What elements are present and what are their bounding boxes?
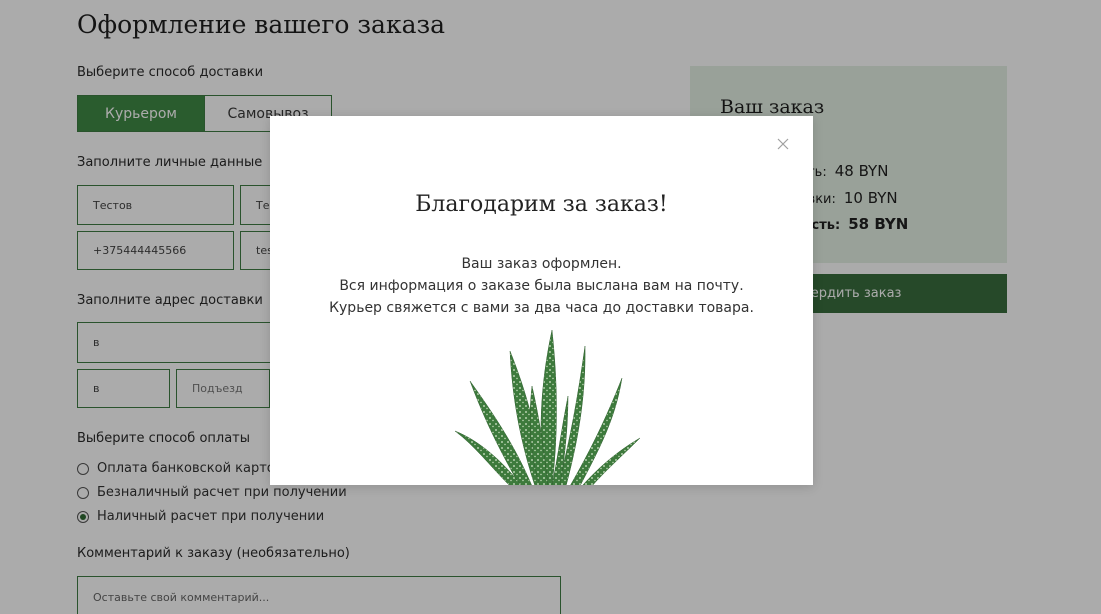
modal-title: Благодарим за заказ!: [415, 192, 668, 217]
aloe-plant-image: [454, 329, 641, 485]
close-icon[interactable]: [773, 134, 793, 154]
modal-line: Вся информация о заказе была выслана вам…: [339, 278, 744, 294]
modal-line: Ваш заказ оформлен.: [461, 256, 622, 272]
modal-message: Ваш заказ оформлен. Вся информация о зак…: [270, 253, 813, 319]
modal-line: Курьер свяжется с вами за два часа до до…: [329, 300, 754, 316]
thank-you-modal: Благодарим за заказ! Ваш заказ оформлен.…: [270, 116, 813, 485]
